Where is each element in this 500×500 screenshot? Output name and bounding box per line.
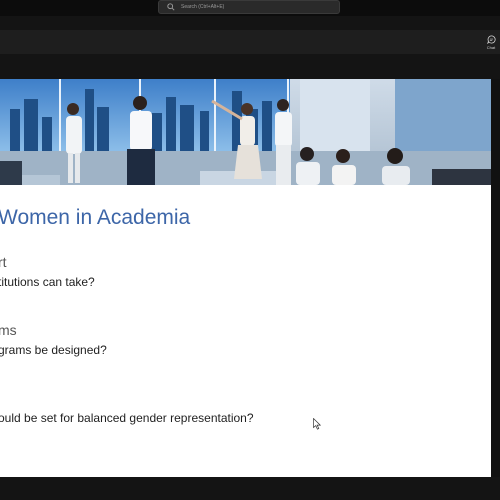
meeting-toolbar: Chat [0, 30, 500, 54]
mouse-pointer-icon [313, 418, 321, 430]
section-question-3: ould be set for balanced gender represen… [0, 411, 254, 425]
chat-icon [486, 34, 496, 44]
section-question-1: titutions can take? [0, 275, 95, 289]
section-heading-2: ms [0, 322, 17, 338]
section-question-2: grams be designed? [0, 343, 107, 357]
search-box[interactable]: Search (Ctrl+Alt+E) [158, 0, 340, 14]
section-heading-1: rt [0, 254, 7, 270]
chat-button[interactable]: Chat [482, 32, 500, 52]
side-panel-edge [491, 79, 500, 477]
search-placeholder: Search (Ctrl+Alt+E) [181, 4, 225, 10]
office-banner-image [0, 79, 491, 185]
search-icon [167, 3, 175, 11]
title-bar: Search (Ctrl+Alt+E) [0, 0, 500, 16]
shared-slide: Women in Academia rt titutions can take?… [0, 79, 491, 477]
slide-title: Women in Academia [0, 206, 191, 229]
chat-label: Chat [486, 44, 496, 50]
